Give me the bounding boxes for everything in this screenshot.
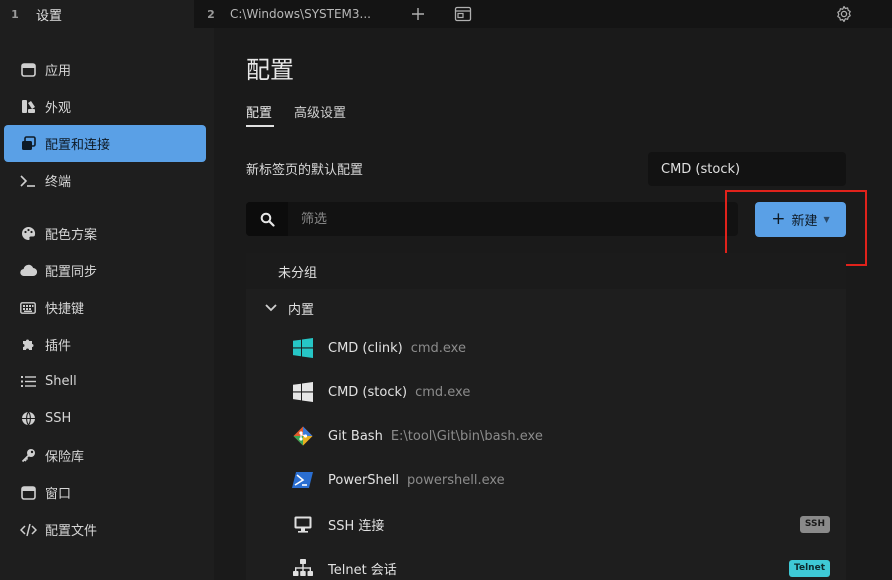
tab-terminal[interactable]: 2 C:\Windows\SYSTEM3... [196, 0, 396, 28]
profile-command: cmd.exe [410, 340, 466, 356]
sidebar-item-label: 插件 [45, 339, 72, 354]
profile-command: cmd.exe [415, 384, 471, 400]
keyboard-icon [19, 299, 37, 317]
windows-logo-icon [292, 381, 314, 403]
page-title: 配置 [246, 56, 294, 84]
sidebar-item-appearance[interactable]: 外观 [4, 88, 206, 125]
powershell-icon [292, 469, 314, 491]
profile-command: E:\tool\Git\bin\bash.exe [390, 428, 543, 444]
telnet-badge: Telnet [789, 559, 830, 577]
sidebar-item-profiles[interactable]: 配置和连接 [4, 125, 206, 162]
network-icon [292, 557, 314, 579]
profile-name: PowerShell [328, 472, 400, 488]
cloud-icon [19, 262, 37, 280]
sidebar-item-vault[interactable]: 保险库 [4, 437, 206, 474]
list-item[interactable]: CMD (clink) cmd.exe [246, 326, 846, 370]
sidebar-item-label: 配置文件 [45, 524, 98, 539]
windows-logo-icon [292, 337, 314, 359]
code-icon [19, 521, 37, 539]
list-item[interactable]: Git Bash E:\tool\Git\bin\bash.exe [246, 414, 846, 458]
list-item[interactable]: SSH 连接 SSH [246, 502, 846, 546]
default-profile-select[interactable]: CMD (stock) [648, 152, 846, 186]
sidebar-item-window[interactable]: 窗口 [4, 474, 206, 511]
sidebar-item-label: 窗口 [45, 487, 72, 502]
default-profile-label: 新标签页的默认配置 [246, 163, 364, 178]
sidebar-item-terminal[interactable]: 终端 [4, 162, 206, 199]
sidebar-item-label: 快捷键 [45, 302, 85, 317]
profile-list: 未分组 内置 CMD (clink) cmd.exe CMD (stock) cmd… [246, 253, 846, 580]
list-item[interactable]: CMD (stock) cmd.exe [246, 370, 846, 414]
sidebar-item-label: 终端 [45, 175, 72, 190]
profile-command: powershell.exe [407, 472, 505, 488]
tab-title: 设置 [36, 8, 63, 24]
sidebar-item-label: 配置和连接 [45, 138, 111, 153]
window-icon [19, 484, 37, 502]
sidebar-item-shell[interactable]: Shell [4, 363, 206, 400]
terminal-icon [19, 172, 37, 190]
sidebar-item-color-scheme[interactable]: 配色方案 [4, 215, 206, 252]
profile-name: SSH 连接 [328, 518, 385, 534]
sidebar-item-plugins[interactable]: 插件 [4, 326, 206, 363]
plus-icon[interactable] [406, 2, 430, 26]
globe-icon [19, 410, 37, 428]
sidebar-item-sync[interactable]: 配置同步 [4, 252, 206, 289]
active-tab-indicator [246, 125, 274, 127]
app-window-icon [19, 61, 37, 79]
sidebar-item-config-file[interactable]: 配置文件 [4, 511, 206, 548]
paint-icon [19, 98, 37, 116]
puzzle-icon [19, 336, 37, 354]
profile-name: CMD (stock) [328, 384, 408, 400]
tab-settings[interactable]: 1 设置 [0, 0, 194, 28]
tab-bar: 1 设置 2 C:\Windows\SYSTEM3... [0, 0, 892, 28]
group-label: 内置 [288, 302, 315, 318]
tab-title: C:\Windows\SYSTEM3... [230, 7, 371, 21]
git-icon [292, 425, 314, 447]
tab-advanced[interactable]: 高级设置 [294, 102, 346, 121]
sidebar-item-label: 应用 [45, 64, 72, 79]
tab-number: 1 [11, 7, 19, 21]
profile-name: CMD (clink) [328, 340, 403, 356]
sidebar-item-app[interactable]: 应用 [4, 51, 206, 88]
group-label: 未分组 [278, 265, 318, 281]
ssh-badge: SSH [799, 515, 830, 533]
sidebar-item-label: 外观 [45, 101, 72, 116]
profile-name: Telnet 会话 [328, 562, 397, 578]
group-builtin[interactable]: 内置 [246, 290, 846, 326]
main-panel: 配置 配置 高级设置 新标签页的默认配置 CMD (stock) + 新建 ▼ … [214, 28, 892, 580]
profiles-icon [19, 135, 37, 153]
chevron-down-icon [262, 304, 280, 312]
sidebar: 应用 外观 配置和连接 终端 配色方案 配置同步 快捷键 插件 Shell SS… [0, 28, 214, 580]
filter-box [246, 202, 738, 236]
default-profile-value: CMD (stock) [661, 161, 741, 177]
list-item[interactable]: PowerShell powershell.exe [246, 458, 846, 502]
profile-name: Git Bash [328, 428, 383, 444]
sidebar-item-ssh[interactable]: SSH [4, 400, 206, 437]
list-item[interactable]: Telnet 会话 Telnet [246, 546, 846, 580]
monitor-icon [292, 513, 314, 535]
key-icon [19, 447, 37, 465]
group-ungrouped[interactable]: 未分组 [246, 253, 846, 289]
sidebar-item-label: Shell [45, 374, 77, 389]
sidebar-item-label: SSH [45, 411, 72, 426]
sidebar-item-label: 配色方案 [45, 228, 98, 243]
tab-profiles[interactable]: 配置 [246, 102, 272, 121]
search-icon [246, 202, 288, 236]
tab-number: 2 [207, 7, 215, 21]
sidebar-item-label: 保险库 [45, 450, 85, 465]
filter-input[interactable] [288, 202, 738, 236]
list-icon [19, 373, 37, 391]
sidebar-item-label: 配置同步 [45, 265, 98, 280]
sidebar-item-hotkeys[interactable]: 快捷键 [4, 289, 206, 326]
window-icon[interactable] [451, 2, 475, 26]
gear-icon[interactable] [832, 2, 856, 26]
palette-icon [19, 225, 37, 243]
